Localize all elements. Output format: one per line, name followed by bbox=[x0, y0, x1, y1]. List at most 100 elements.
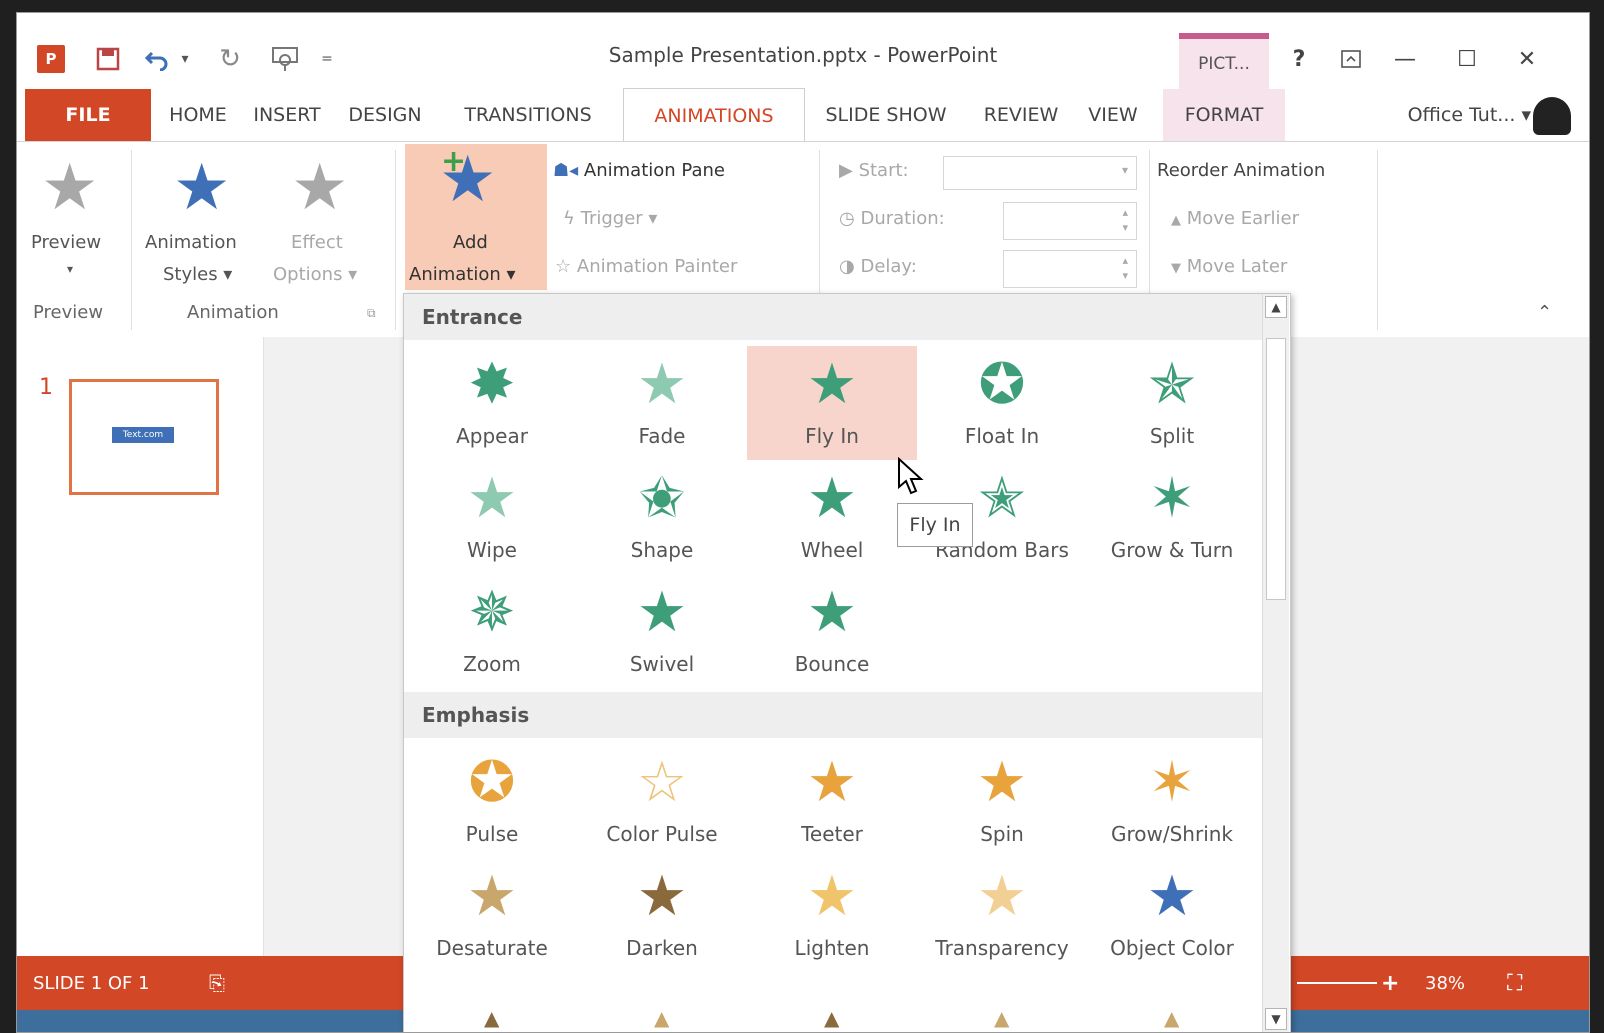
animation-teeter[interactable]: ★ Teeter bbox=[747, 744, 917, 858]
animation-desaturate[interactable]: ★ Desaturate bbox=[407, 858, 577, 972]
animation-pulse[interactable]: ✪ Pulse bbox=[407, 744, 577, 858]
split-label: Split bbox=[1149, 424, 1195, 448]
zoom-in-button[interactable]: + bbox=[1381, 956, 1399, 1010]
tab-home[interactable]: HOME bbox=[157, 89, 239, 141]
animation-pane-label: Animation Pane bbox=[583, 160, 725, 181]
zoom-slider[interactable] bbox=[1297, 956, 1377, 1010]
animation-spin[interactable]: ★ Spin bbox=[917, 744, 1087, 858]
zoom-level[interactable]: 38% bbox=[1425, 956, 1465, 1010]
animation-fly-in[interactable]: ★ Fly In bbox=[747, 346, 917, 460]
animation-styles-star-icon[interactable]: ★ bbox=[173, 156, 230, 220]
animation-painter-button[interactable]: ☆ Animation Painter bbox=[555, 256, 737, 277]
animation-wheel[interactable]: ★ Wheel bbox=[747, 460, 917, 574]
delay-label: ◑ Delay: bbox=[839, 256, 917, 277]
help-button[interactable]: ? bbox=[1277, 43, 1321, 75]
teeter-label: Teeter bbox=[801, 822, 863, 846]
avatar[interactable] bbox=[1533, 97, 1571, 135]
close-button[interactable]: ✕ bbox=[1505, 43, 1549, 75]
slide-number: 1 bbox=[39, 375, 53, 400]
account-name[interactable]: Office Tut... ▾ bbox=[1408, 89, 1531, 141]
grow-turn-star-icon: ✶ bbox=[1148, 466, 1196, 531]
swivel-star-icon: ★ bbox=[636, 580, 688, 645]
duration-stepper[interactable]: ▴ ▾ bbox=[1003, 202, 1137, 240]
pulse-star-icon: ✪ bbox=[468, 750, 516, 815]
spinner-icon[interactable]: ▴ ▾ bbox=[1122, 205, 1128, 235]
fade-label: Fade bbox=[638, 424, 686, 448]
animation-swivel[interactable]: ★ Swivel bbox=[577, 574, 747, 688]
animation-grow-shrink[interactable]: ✶ Grow/Shrink bbox=[1087, 744, 1257, 858]
animation-color-pulse[interactable]: ☆ Color Pulse bbox=[577, 744, 747, 858]
start-dropdown[interactable]: ▾ bbox=[943, 156, 1137, 190]
duration-text: Duration: bbox=[860, 208, 945, 229]
collapse-ribbon-icon[interactable]: ⌃ bbox=[1537, 302, 1552, 323]
animation-pane-button[interactable]: ☗◂ Animation Pane bbox=[553, 160, 725, 181]
slide-indicator: SLIDE 1 OF 1 bbox=[33, 972, 150, 994]
scroll-down-icon[interactable]: ▼ bbox=[1265, 1008, 1287, 1030]
effect-options-line2[interactable]: Options ▾ bbox=[273, 264, 357, 285]
powerpoint-window: P ▾ ↻ = Sample Presentation.pptx - Power… bbox=[16, 12, 1590, 1033]
lighten-label: Lighten bbox=[794, 936, 870, 960]
animation-styles-line2[interactable]: Styles ▾ bbox=[163, 264, 232, 285]
tab-insert[interactable]: INSERT bbox=[241, 89, 333, 141]
add-animation-button[interactable]: ★ + Add Animation ▾ bbox=[405, 144, 547, 290]
animation-object-color[interactable]: ★ Object Color bbox=[1087, 858, 1257, 972]
wheel-star-icon: ★ bbox=[806, 466, 858, 531]
animation-styles-line1[interactable]: Animation bbox=[145, 232, 237, 253]
title-bar: P ▾ ↻ = Sample Presentation.pptx - Power… bbox=[17, 13, 1589, 89]
tab-slide-show[interactable]: SLIDE SHOW bbox=[807, 89, 965, 141]
slide-thumbnail[interactable]: Text.com bbox=[69, 379, 219, 495]
effect-options-line1[interactable]: Effect bbox=[291, 232, 343, 253]
picture-tools-context-tab[interactable]: PICT... bbox=[1179, 33, 1269, 89]
animation-lighten[interactable]: ★ Lighten bbox=[747, 858, 917, 972]
spinner-icon[interactable]: ▴ ▾ bbox=[1122, 253, 1128, 283]
scroll-up-icon[interactable]: ▲ bbox=[1265, 296, 1287, 318]
trigger-button[interactable]: ϟ Trigger ▾ bbox=[563, 208, 657, 229]
color-pulse-label: Color Pulse bbox=[606, 822, 718, 846]
delay-stepper[interactable]: ▴ ▾ bbox=[1003, 250, 1137, 288]
move-later-label: Move Later bbox=[1186, 256, 1288, 277]
tab-animations[interactable]: ANIMATIONS bbox=[623, 88, 805, 142]
play-icon: ▶ bbox=[839, 160, 853, 181]
scrollbar-thumb[interactable] bbox=[1266, 338, 1286, 600]
tab-view[interactable]: VIEW bbox=[1075, 89, 1151, 141]
triangle-down-icon: ▼ bbox=[1171, 261, 1181, 276]
effect-options-star-icon[interactable]: ★ bbox=[291, 156, 348, 220]
fit-slide-icon[interactable]: ⛶ bbox=[1507, 956, 1522, 1010]
animation-appear[interactable]: ✸ Appear bbox=[407, 346, 577, 460]
animation-fade[interactable]: ★ Fade bbox=[577, 346, 747, 460]
tab-review[interactable]: REVIEW bbox=[969, 89, 1073, 141]
animation-split[interactable]: ✯ Split bbox=[1087, 346, 1257, 460]
divider bbox=[1377, 150, 1378, 330]
animation-wipe[interactable]: ★ Wipe bbox=[407, 460, 577, 574]
emphasis-header: Emphasis bbox=[404, 692, 1262, 738]
maximize-button[interactable]: ☐ bbox=[1445, 43, 1489, 75]
notes-icon[interactable]: ⎘ bbox=[209, 956, 225, 1010]
tab-file[interactable]: FILE bbox=[25, 89, 151, 141]
star-icon: ▲ bbox=[654, 1006, 670, 1030]
chevron-down-icon: ▾ bbox=[1121, 163, 1128, 177]
preview-button[interactable]: Preview bbox=[31, 232, 101, 253]
ribbon-display-options-icon[interactable] bbox=[1329, 43, 1373, 75]
appear-label: Appear bbox=[456, 424, 528, 448]
move-later-button[interactable]: ▼ Move Later bbox=[1171, 256, 1287, 277]
tab-transitions[interactable]: TRANSITIONS bbox=[437, 89, 619, 141]
animation-zoom[interactable]: ✵ Zoom bbox=[407, 574, 577, 688]
animation-darken[interactable]: ★ Darken bbox=[577, 858, 747, 972]
gallery-scrollbar[interactable]: ▲ ▼ bbox=[1262, 294, 1289, 1032]
grow-shrink-label: Grow/Shrink bbox=[1110, 822, 1234, 846]
object-color-star-icon: ★ bbox=[1146, 864, 1198, 929]
preview-dropdown-icon[interactable]: ▾ bbox=[67, 262, 73, 276]
minimize-button[interactable]: — bbox=[1383, 43, 1427, 75]
spin-star-icon: ★ bbox=[976, 750, 1028, 815]
tab-design[interactable]: DESIGN bbox=[337, 89, 433, 141]
animation-bounce[interactable]: ★ Bounce bbox=[747, 574, 917, 688]
move-earlier-button[interactable]: ▲ Move Earlier bbox=[1171, 208, 1299, 229]
animation-grow-turn[interactable]: ✶ Grow & Turn bbox=[1087, 460, 1257, 574]
tab-format[interactable]: FORMAT bbox=[1163, 89, 1285, 141]
preview-star-icon[interactable]: ★ bbox=[41, 156, 98, 220]
animation-shape[interactable]: ✬ Shape bbox=[577, 460, 747, 574]
animation-float-in[interactable]: ✪ Float In bbox=[917, 346, 1087, 460]
animation-transparency[interactable]: ★ Transparency bbox=[917, 858, 1087, 972]
triangle-up-icon: ▲ bbox=[1171, 213, 1181, 228]
dialog-launcher-icon[interactable]: ⧉ bbox=[367, 306, 376, 321]
